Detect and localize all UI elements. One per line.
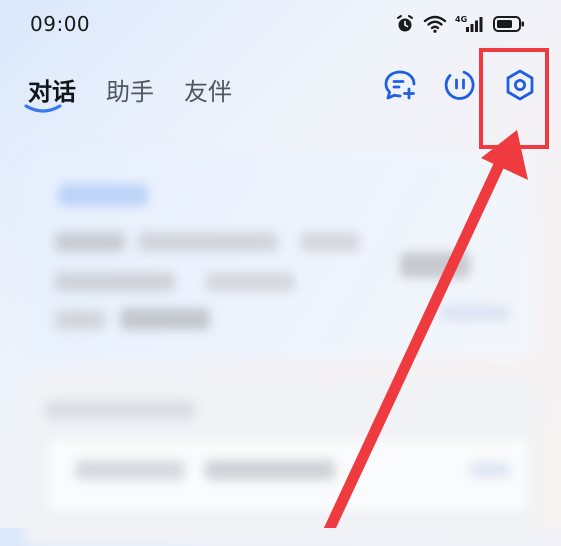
alarm-icon: [395, 14, 415, 34]
blurred-text-line: [120, 308, 210, 330]
new-chat-button[interactable]: [381, 68, 419, 106]
tab-chat[interactable]: 对话: [28, 72, 76, 107]
status-icons: 4G: [395, 12, 525, 36]
blurred-text-line: [205, 272, 295, 292]
battery-icon: [493, 15, 525, 33]
blurred-text-line: [55, 272, 175, 292]
voice-call-button[interactable]: [441, 68, 479, 106]
top-tabs: 对话 助手 友伴: [28, 72, 232, 107]
highlight-box: [479, 48, 549, 149]
new-chat-icon: [382, 67, 418, 107]
status-bar: 09:00 4G: [0, 0, 561, 50]
wifi-icon: [423, 14, 447, 34]
tab-companion[interactable]: 友伴: [184, 72, 232, 107]
blurred-text-line: [55, 310, 105, 330]
blurred-text-line: [138, 232, 278, 252]
blurred-text-line: [55, 232, 125, 252]
blurred-text-line: [45, 400, 195, 420]
blurred-text-line: [75, 460, 185, 480]
network-type-label: 4G: [455, 15, 467, 24]
blurred-text-line: [470, 462, 510, 478]
blurred-avatar: [400, 252, 470, 278]
blurred-link: [440, 305, 510, 321]
status-time: 09:00: [30, 12, 91, 36]
blurred-badge: [58, 184, 148, 206]
tab-assistant[interactable]: 助手: [106, 72, 154, 107]
voice-call-icon: [442, 67, 478, 107]
blurred-text-line: [300, 232, 360, 252]
blurred-text-line: [205, 460, 335, 480]
cellular-signal-icon: 4G: [455, 14, 485, 34]
active-tab-indicator: [24, 104, 62, 113]
